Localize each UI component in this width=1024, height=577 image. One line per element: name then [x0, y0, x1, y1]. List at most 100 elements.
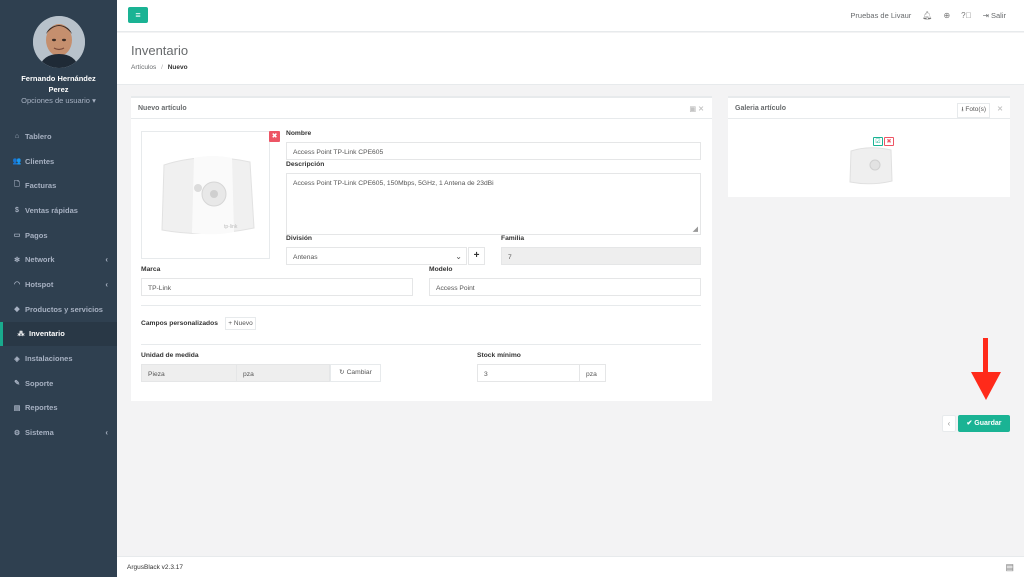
gallery-title: Galeria artículo ⭳ Foto(s) ✕: [728, 98, 1010, 119]
add-photos-button[interactable]: ⭳ Foto(s): [957, 103, 990, 118]
users-icon: 👥: [12, 158, 22, 166]
sidebar-item-facturas[interactable]: 🗋 Facturas: [0, 173, 117, 198]
top-navbar: ≡ Pruebas de Livaur 🔔︎ ⊕ ?⃝ ⇥ Salir: [117, 0, 1024, 32]
nombre-label: Nombre: [286, 130, 312, 137]
caret-down-icon: ▾: [92, 96, 96, 105]
sidebar-item-soporte[interactable]: ✎ Soporte: [0, 371, 117, 396]
account-name[interactable]: Pruebas de Livaur: [850, 11, 911, 20]
add-division-button[interactable]: +: [468, 247, 485, 265]
sidebar-item-inventario[interactable]: ⁂ Inventario: [0, 321, 117, 347]
product-image[interactable]: tp-link ✖: [141, 131, 280, 259]
logout-link[interactable]: ⇥ Salir: [983, 11, 1006, 20]
change-unit-button[interactable]: ↻ Cambiar: [330, 364, 381, 382]
select-image-button[interactable]: ☑: [873, 137, 883, 146]
menu-toggle-button[interactable]: ≡: [128, 7, 148, 23]
times-icon: ✖: [886, 139, 892, 145]
sidebar-item-label: Clientes: [25, 156, 55, 166]
modelo-input[interactable]: Access Point: [429, 278, 701, 296]
version-label: ArgusBlack v2.3.17: [127, 564, 184, 571]
chevron-left-icon: ‹: [105, 279, 108, 289]
chevron-left-icon: ‹: [105, 255, 108, 265]
divider: [141, 305, 701, 306]
check-square-icon: ☑: [875, 139, 881, 145]
sidebar-item-ventas-rápidas[interactable]: $ Ventas rápidas: [0, 198, 117, 223]
chevron-down-icon: ⌄: [455, 252, 462, 261]
cubes-icon: ⁂: [17, 330, 25, 338]
marca-input[interactable]: TP-Link: [141, 278, 413, 296]
page-title: Inventario: [131, 43, 189, 58]
avatar[interactable]: [32, 16, 85, 68]
nombre-input[interactable]: Access Point TP-Link CPE605: [286, 142, 701, 160]
sidebar-item-instalaciones[interactable]: ◈ Instalaciones: [0, 346, 117, 371]
sidebar-item-hotspot[interactable]: ◠ Hotspot ‹: [0, 272, 117, 297]
close-icon[interactable]: ✕: [997, 105, 1003, 113]
sidebar-item-label: Tablero: [25, 131, 52, 141]
gears-icon: ⚙: [13, 429, 21, 437]
back-button[interactable]: ‹: [942, 415, 956, 432]
chevron-left-icon: ‹: [947, 419, 951, 428]
close-icon[interactable]: ✕: [698, 106, 704, 113]
sidebar-item-reportes[interactable]: ▤ Reportes: [0, 396, 117, 421]
tag-icon: ◆: [14, 306, 20, 314]
footer: ArgusBlack v2.3.17 ▤: [117, 556, 1024, 577]
user-options-label: Opciones de usuario: [21, 96, 90, 105]
sidebar-item-label: Pagos: [25, 230, 48, 240]
book-icon: ▤: [13, 404, 21, 412]
unidad-abbr-addon: pza: [236, 364, 330, 382]
gallery-thumbnail[interactable]: ☑ ✖: [849, 135, 895, 185]
sidebar-nav: ⌂ Tablero 👥 Clientes 🗋 Facturas $ Ventas rápida…: [0, 124, 117, 445]
dollar-icon: $: [15, 206, 19, 214]
sidebar-item-clientes[interactable]: 👥 Clientes: [0, 149, 117, 174]
breadcrumb-separator: /: [161, 64, 163, 71]
sign-out-icon: ⇥: [982, 11, 989, 20]
bell-icon[interactable]: 🔔︎: [922, 11, 932, 20]
remove-image-button[interactable]: ✖: [269, 131, 280, 142]
unidad-input[interactable]: Pieza: [141, 364, 237, 382]
save-draft-icon[interactable]: ▣: [690, 106, 697, 113]
familia-input[interactable]: 7: [501, 247, 701, 265]
sidebar-item-label: Inventario: [29, 329, 65, 339]
chevron-left-icon: ‹: [105, 428, 108, 438]
chat-icon[interactable]: ▤: [1005, 562, 1014, 573]
division-value: Antenas: [293, 254, 318, 261]
network-icon: ✻: [14, 256, 20, 264]
descripcion-textarea[interactable]: Access Point TP-Link CPE605, 150Mbps, 5G…: [286, 173, 701, 235]
user-name: Fernando Hernández Perez: [21, 74, 96, 94]
resize-handle-icon[interactable]: ◢: [693, 225, 698, 233]
breadcrumb-current: Nuevo: [167, 64, 188, 71]
panel-title: Nuevo artículo ▣ ✕: [131, 98, 712, 119]
sidebar-item-pagos[interactable]: ▭ Pagos: [0, 223, 117, 248]
delete-image-button[interactable]: ✖: [884, 137, 894, 146]
document-icon: 🗋: [14, 181, 20, 189]
check-icon: ✔: [966, 420, 973, 427]
install-icon: ◈: [14, 355, 20, 363]
breadcrumb: Artículos / Nuevo: [131, 64, 188, 71]
new-item-panel: Nuevo artículo ▣ ✕ tp-link ✖ Nombre Acce…: [131, 96, 712, 401]
modelo-label: Modelo: [429, 266, 453, 273]
plus-icon: +: [473, 250, 480, 261]
sidebar-item-label: Hotspot: [25, 279, 54, 289]
stock-label: Stock mínimo: [477, 352, 521, 359]
user-options-menu[interactable]: Opciones de usuario ▾: [0, 96, 117, 105]
descripcion-label: Descripción: [286, 161, 325, 168]
division-select[interactable]: Antenas ⌄: [286, 247, 467, 265]
sidebar-item-label: Instalaciones: [25, 354, 73, 364]
unidad-label: Unidad de medida: [141, 352, 199, 359]
help-icon[interactable]: ?⃝: [961, 11, 971, 20]
save-button[interactable]: ✔ Guardar: [958, 415, 1010, 432]
stock-input[interactable]: 3: [477, 364, 580, 382]
marca-label: Marca: [141, 266, 161, 273]
network-status-icon[interactable]: ⊕: [943, 11, 950, 20]
panel-tools: ▣ ✕: [690, 105, 704, 113]
wrench-icon: ✎: [14, 380, 20, 388]
sidebar-item-tablero[interactable]: ⌂ Tablero: [0, 124, 117, 149]
sidebar-item-label: Sistema: [25, 428, 54, 438]
sidebar-item-network[interactable]: ✻ Network ‹: [0, 247, 117, 272]
sidebar-item-label: Facturas: [25, 181, 57, 191]
add-custom-field-button[interactable]: + Nuevo: [225, 317, 256, 330]
sidebar-item-sistema[interactable]: ⚙ Sistema ‹: [0, 420, 117, 445]
sidebar-item-productos-y-servicios[interactable]: ◆ Productos y servicios: [0, 297, 117, 322]
division-label: División: [286, 235, 313, 242]
breadcrumb-parent[interactable]: Artículos: [131, 64, 156, 71]
dashboard-icon: ⌂: [14, 132, 20, 140]
